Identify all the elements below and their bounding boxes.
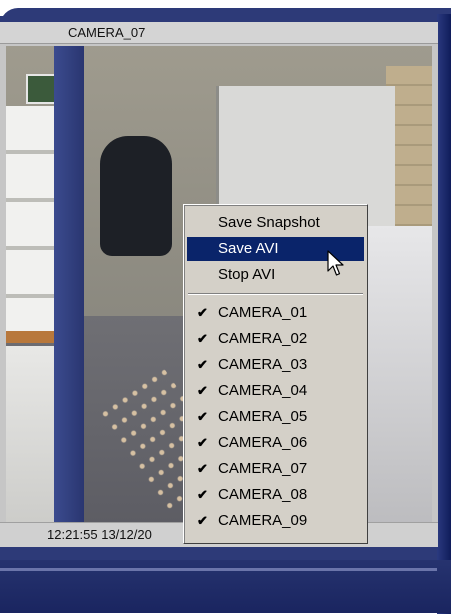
menu-item-label: CAMERA_02 xyxy=(218,330,308,347)
bottom-frame-highlight xyxy=(0,568,437,571)
menu-item-camera-07[interactable]: ✔ CAMERA_07 xyxy=(187,457,364,481)
menu-item-label: Save AVI xyxy=(218,240,279,257)
camera-title-bar: CAMERA_07 xyxy=(0,22,438,44)
menu-item-camera-09[interactable]: ✔ CAMERA_09 xyxy=(187,509,364,533)
menu-item-label: CAMERA_09 xyxy=(218,512,308,529)
camera-timestamp: 12:21:55 13/12/20 xyxy=(47,527,152,542)
menu-item-label: Stop AVI xyxy=(218,266,276,283)
camera-title: CAMERA_07 xyxy=(68,25,146,40)
checkmark-icon: ✔ xyxy=(197,461,208,476)
menu-item-label: Save Snapshot xyxy=(218,214,320,231)
checkmark-icon: ✔ xyxy=(197,383,208,398)
menu-item-label: CAMERA_01 xyxy=(218,304,308,321)
checkmark-icon: ✔ xyxy=(197,487,208,502)
menu-item-label: CAMERA_03 xyxy=(218,356,308,373)
menu-item-label: CAMERA_06 xyxy=(218,434,308,451)
checkmark-icon: ✔ xyxy=(197,305,208,320)
checkmark-icon: ✔ xyxy=(197,409,208,424)
menu-item-camera-02[interactable]: ✔ CAMERA_02 xyxy=(187,327,364,351)
menu-item-camera-03[interactable]: ✔ CAMERA_03 xyxy=(187,353,364,377)
mouse-pointer-icon xyxy=(327,250,344,276)
menu-item-label: CAMERA_05 xyxy=(218,408,308,425)
menu-item-camera-01[interactable]: ✔ CAMERA_01 xyxy=(187,301,364,325)
menu-item-label: CAMERA_07 xyxy=(218,460,308,477)
right-frame-bar xyxy=(437,14,451,614)
video-scene-coat xyxy=(100,136,172,256)
menu-item-save-snapshot[interactable]: Save Snapshot xyxy=(187,211,364,235)
menu-item-camera-05[interactable]: ✔ CAMERA_05 xyxy=(187,405,364,429)
menu-item-label: CAMERA_08 xyxy=(218,486,308,503)
video-scene-pillar xyxy=(54,46,84,540)
checkmark-icon: ✔ xyxy=(197,331,208,346)
checkmark-icon: ✔ xyxy=(197,435,208,450)
menu-item-camera-06[interactable]: ✔ CAMERA_06 xyxy=(187,431,364,455)
menu-separator xyxy=(188,293,363,295)
checkmark-icon: ✔ xyxy=(197,357,208,372)
menu-item-camera-08[interactable]: ✔ CAMERA_08 xyxy=(187,483,364,507)
checkmark-icon: ✔ xyxy=(197,513,208,528)
menu-item-camera-04[interactable]: ✔ CAMERA_04 xyxy=(187,379,364,403)
menu-item-label: CAMERA_04 xyxy=(218,382,308,399)
top-edge xyxy=(0,0,451,32)
